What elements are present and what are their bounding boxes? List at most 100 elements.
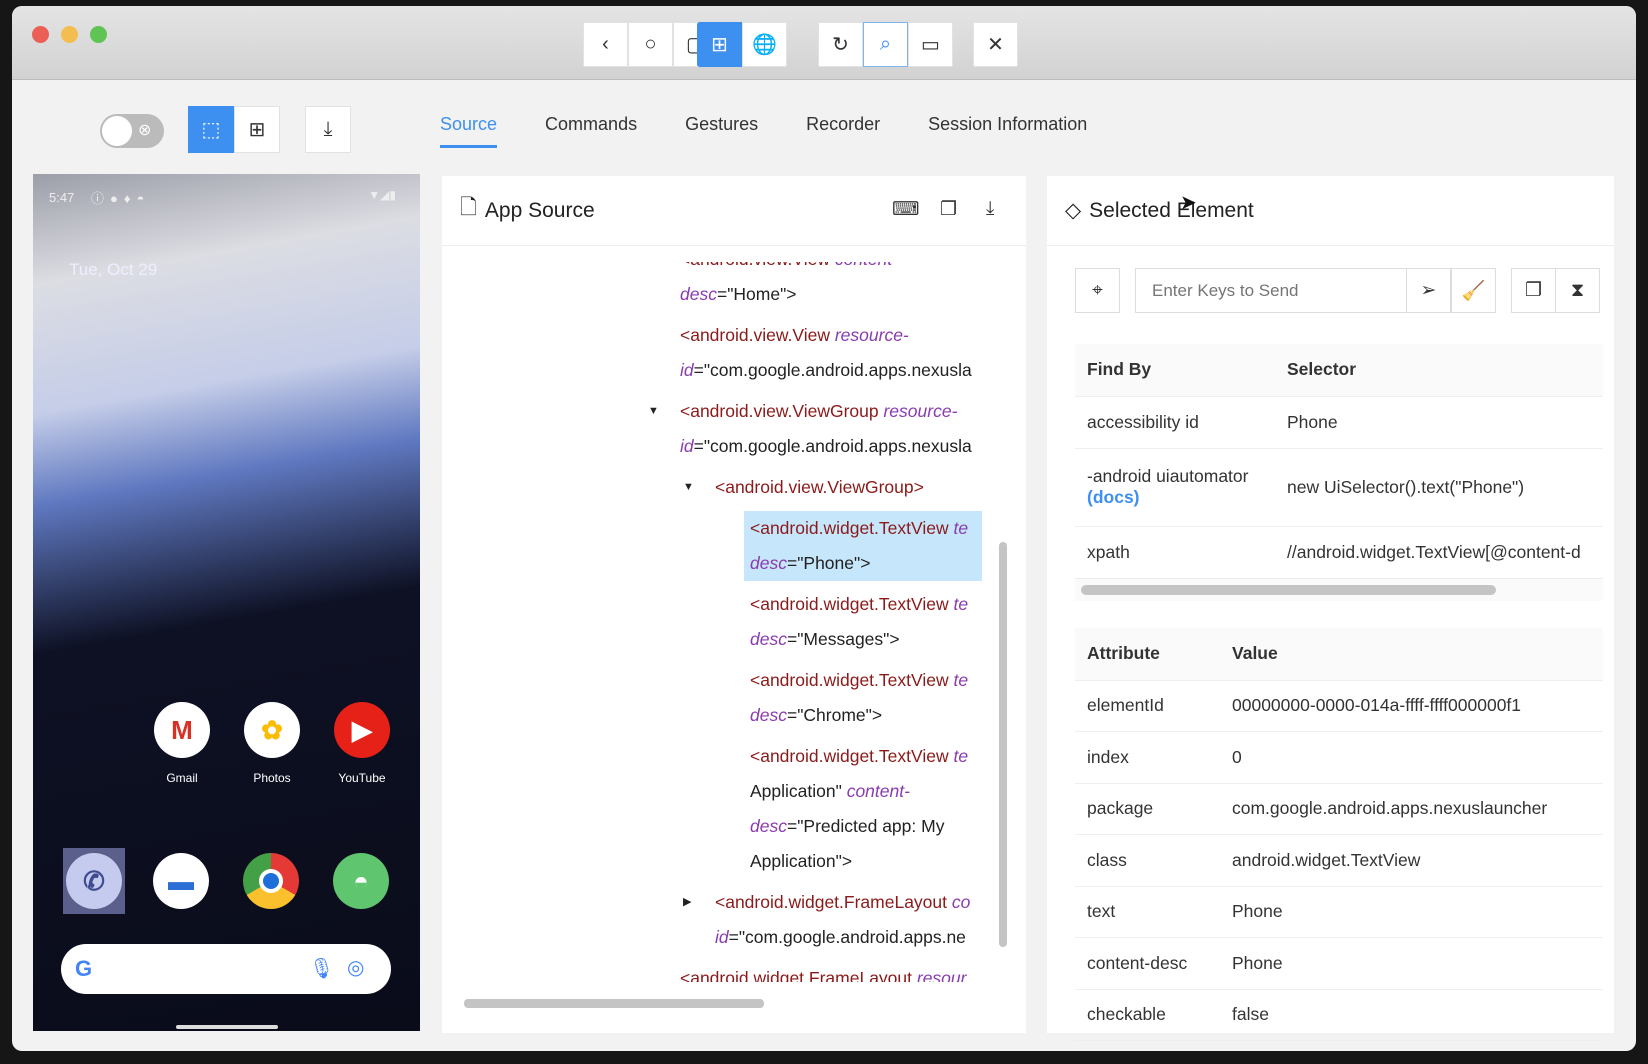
tree-node[interactable]: <android.widget.TextView te desc="Phone"> [744, 511, 982, 581]
chrome-app-icon[interactable] [243, 853, 299, 909]
search-button[interactable]: ⌕ [863, 22, 908, 67]
tree-node-line: <android.widget.FrameLayout co [715, 885, 982, 920]
tab-gestures[interactable]: Gestures [685, 114, 758, 148]
minimize-window-button[interactable] [61, 26, 78, 43]
selector-row: -android uiautomator (docs) new UiSelector… [1075, 448, 1603, 527]
xml-pun: ="Messages"> [786, 629, 900, 649]
quit-session-button[interactable]: ✕ [973, 22, 1018, 67]
xml-pun: ="com.google.android.apps.ne [728, 927, 966, 947]
caret-right-icon[interactable]: ▶ [683, 885, 691, 920]
status-time: 5:47 [49, 190, 75, 205]
element-timing-button[interactable]: ⧗ [1555, 268, 1600, 313]
refresh-button[interactable]: ↻ [818, 22, 863, 67]
tree-node-line: desc="Chrome"> [750, 698, 982, 733]
screenshot-toggle[interactable]: ⊗ [100, 114, 164, 148]
select-elements-button[interactable]: ⬚ [188, 106, 234, 153]
find-by-label: xpath [1087, 541, 1130, 562]
tab-recorder[interactable]: Recorder [806, 114, 880, 148]
selector-value[interactable]: new UiSelector().text("Phone") [1275, 448, 1603, 527]
tree-node-line: desc="Phone"> [750, 546, 982, 581]
copy-xml-icon[interactable]: ❐ [940, 198, 957, 221]
selectors-header-row: Find By Selector [1075, 344, 1603, 397]
quit-session-icon: ✕ [987, 34, 1004, 56]
close-window-button[interactable] [32, 26, 49, 43]
selector-value[interactable]: //android.widget.TextView[@content-d [1275, 526, 1603, 579]
tree-node[interactable]: <android.widget.FrameLayout co id="com.go… [709, 885, 982, 955]
native-mode-button[interactable]: ⊞ [697, 22, 742, 67]
attributes-table-wrap: Attribute Value elementId 00000000-0000-014… [1075, 628, 1603, 1041]
send-keys-button[interactable]: ➢ [1406, 268, 1451, 313]
download-icon: ⤓ [323, 118, 333, 140]
android-app-icon[interactable]: ◓ [333, 853, 389, 909]
selected-element-title: Selected Element [1089, 198, 1254, 222]
toggle-attributes-icon[interactable]: ⌨ [892, 198, 919, 221]
web-mode-button[interactable]: 🌐 [742, 22, 787, 67]
tree-node-line: Application"> [750, 844, 982, 879]
xml-attr: desc [680, 284, 717, 304]
inspector-window: ‹ ○ ▢ ⊞ 🌐 ↻ ⌕ ▭ ✕ ⊗ ⬚ ⊞ ⤓ Source Commands Gestures… [12, 6, 1636, 1051]
google-logo: G [75, 956, 93, 981]
attributes-header-row: Attribute Value [1075, 628, 1603, 681]
tree-horizontal-scrollbar[interactable] [464, 999, 764, 1008]
send-keys-input[interactable] [1135, 268, 1407, 313]
selectors-horizontal-scrollbar[interactable] [1081, 584, 1496, 595]
attribute-value: Phone [1220, 937, 1603, 990]
tree-node[interactable]: <android.widget.TextView te desc="Chrome"… [744, 663, 982, 733]
tree-node[interactable]: <android.view.ViewGroup resource-id="com… [674, 394, 982, 464]
tree-node-line: <android.widget.FrameLayout resour [680, 961, 982, 982]
tab-commands[interactable]: Commands [545, 114, 637, 148]
find-by-label: -android uiautomator [1087, 466, 1249, 486]
selector-value[interactable]: Phone [1275, 396, 1603, 449]
gmail-app-icon[interactable]: M [154, 702, 210, 758]
copy-attributes-button[interactable]: ❐ [1511, 268, 1556, 313]
lens-icon[interactable]: ◎ [347, 955, 364, 980]
tree-node[interactable]: <android.widget.FrameLayout resour [674, 961, 982, 982]
toolbar-group: ⊞ 🌐 [697, 22, 787, 67]
xml-tag: <android.view.ViewGroup [680, 401, 884, 421]
download-screenshot-button[interactable]: ⤓ [305, 106, 351, 153]
file-icon: 🗋 [460, 196, 477, 219]
caret-down-icon[interactable]: ▼ [648, 394, 659, 429]
device-screenshot[interactable]: 5:47 ⓘ●♦◓ ▼◢▮ Tue, Oct 29 M Gmail ✿ Photos ▶… [33, 174, 420, 1031]
attribute-name: content-desc [1075, 937, 1220, 990]
xml-attr: desc [750, 553, 787, 573]
tree-vertical-scrollbar[interactable] [999, 542, 1007, 947]
home-icon: ○ [644, 33, 657, 55]
tap-element-button[interactable]: ⌖ [1075, 268, 1120, 313]
title-bar: ‹ ○ ▢ ⊞ 🌐 ↻ ⌕ ▭ ✕ [12, 6, 1636, 80]
tap-coordinates-button[interactable]: ⊞ [234, 106, 280, 153]
back-button[interactable]: ‹ [583, 22, 628, 67]
tree-node[interactable]: <android.widget.TextView te Application" … [744, 739, 982, 879]
xml-attr: desc [750, 629, 787, 649]
attribute-value: android.widget.TextView [1220, 834, 1603, 887]
clear-button[interactable]: 🧹 [1451, 268, 1496, 313]
youtube-app-icon[interactable]: ▶ [334, 702, 390, 758]
docs-link[interactable]: (docs) [1087, 487, 1140, 507]
tree-node-line: <android.widget.TextView te [750, 511, 982, 546]
tree-node-line: <android.widget.TextView te [750, 739, 982, 774]
tab-bar: Source Commands Gestures Recorder Session In… [440, 114, 1087, 148]
tree-node[interactable]: <android.view.View resource-id="com.goog… [674, 318, 982, 388]
tree-node[interactable]: <android.view.ViewGroup> [709, 470, 982, 505]
copy-icon: ❐ [1524, 280, 1543, 301]
tree-node[interactable]: <android.widget.TextView te desc="Message… [744, 587, 982, 657]
google-search-bar[interactable]: G 🎙 ◎ [61, 944, 391, 994]
attribute-value: 0 [1220, 731, 1603, 784]
xml-tag: <android.widget.FrameLayout [680, 968, 917, 982]
mouse-cursor: ➤ [1180, 192, 1197, 214]
attribute-row: class android.widget.TextView [1075, 834, 1603, 887]
record-button[interactable]: ▭ [908, 22, 953, 67]
photos-app-icon[interactable]: ✿ [244, 702, 300, 758]
tab-source[interactable]: Source [440, 114, 498, 148]
search-icon: ⌕ [879, 33, 892, 55]
caret-down-icon[interactable]: ▼ [683, 470, 694, 505]
tab-session-information[interactable]: Session Information [928, 114, 1087, 148]
phone-app-icon[interactable]: ✆ [63, 848, 125, 914]
home-button[interactable]: ○ [628, 22, 673, 67]
attributes-table: Attribute Value elementId 00000000-0000-014… [1075, 628, 1603, 1041]
download-source-icon[interactable]: ⤓ [986, 198, 994, 220]
mic-icon[interactable]: 🎙 [309, 956, 334, 981]
maximize-window-button[interactable] [90, 26, 107, 43]
tree-node[interactable]: <android.view.View content-desc="Home"> [674, 262, 982, 312]
messages-app-icon[interactable]: ▬ [153, 853, 209, 909]
